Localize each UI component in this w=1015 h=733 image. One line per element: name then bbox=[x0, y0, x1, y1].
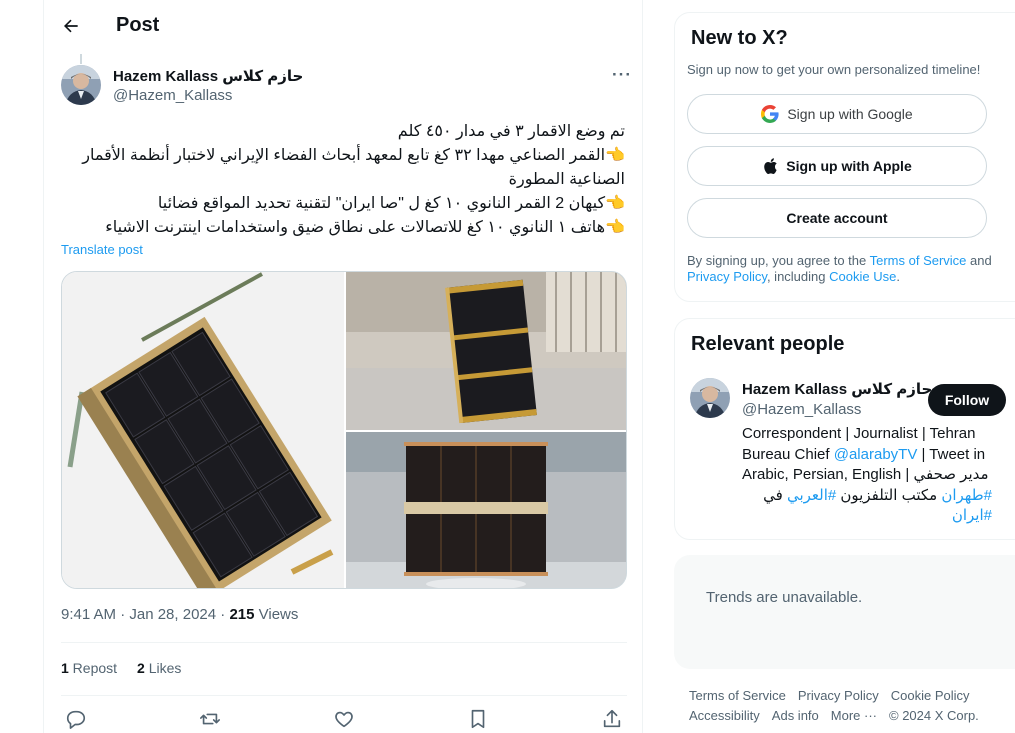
legal-text: . bbox=[896, 269, 900, 284]
primary-column: Post Hazem Kallass حازم كلاس @Hazem_Kall… bbox=[43, 0, 643, 733]
trends-card: Trends are unavailable. bbox=[674, 555, 1015, 669]
bio-hashtag-link[interactable]: #العربي bbox=[787, 487, 836, 504]
engagement-stats: 1 Repost 2 Likes bbox=[61, 660, 181, 676]
post-header: Post bbox=[44, 0, 644, 53]
like-icon[interactable] bbox=[333, 708, 355, 730]
relevant-person-bio: Correspondent | Journalist | Tehran Bure… bbox=[742, 424, 992, 527]
repost-stat[interactable]: 1 Repost bbox=[61, 660, 117, 676]
repost-count: 1 bbox=[61, 660, 69, 676]
translate-post-link[interactable]: Translate post bbox=[61, 242, 143, 257]
bio-rtl-line: #طهران مكتب التلفزيون #العربي في bbox=[742, 486, 992, 507]
signup-apple-button[interactable]: Sign up with Apple bbox=[687, 146, 987, 186]
relevant-person-name[interactable]: Hazem Kallass حازم كلاس bbox=[742, 380, 932, 398]
repost-icon[interactable] bbox=[199, 708, 221, 730]
bio-hashtag-link[interactable]: #ايران bbox=[952, 507, 992, 524]
footer-more-button[interactable]: More ··· bbox=[831, 706, 877, 726]
post-actions bbox=[61, 706, 627, 733]
views-count: 215 bbox=[229, 606, 255, 623]
trends-unavailable-text: Trends are unavailable. bbox=[706, 589, 863, 606]
share-icon[interactable] bbox=[601, 708, 623, 730]
bio-text: في bbox=[763, 486, 787, 504]
new-to-x-card: New to X? Sign up now to get your own pe… bbox=[674, 12, 1015, 302]
author-handle[interactable]: @Hazem_Kallass bbox=[113, 87, 232, 104]
views-label: Views bbox=[254, 606, 299, 623]
back-button[interactable] bbox=[58, 13, 84, 39]
likes-stat[interactable]: 2 Likes bbox=[137, 660, 181, 676]
repost-label: Repost bbox=[68, 660, 118, 676]
bio-mention-link[interactable]: @alarabyTV bbox=[834, 446, 918, 463]
relevant-person-handle[interactable]: @Hazem_Kallass bbox=[742, 401, 861, 418]
privacy-link[interactable]: Privacy Policy bbox=[687, 269, 767, 284]
post-timestamp-views: 9:41 AM · Jan 28, 2024 · 215 Views bbox=[61, 606, 298, 623]
signup-apple-label: Sign up with Apple bbox=[786, 158, 912, 174]
footer-copyright: © 2024 X Corp. bbox=[889, 708, 979, 723]
author-name[interactable]: Hazem Kallass حازم كلاس bbox=[113, 67, 303, 85]
post-text-line: 👈كيهان 2 القمر النانوي ١٠ كغ ل "صا ايران… bbox=[157, 195, 625, 212]
cookie-use-link[interactable]: Cookie Use bbox=[829, 269, 896, 284]
bio-text: مكتب التلفزيون bbox=[836, 486, 942, 504]
footer-cookie-link[interactable]: Cookie Policy bbox=[891, 686, 970, 706]
google-icon bbox=[761, 105, 779, 123]
likes-count: 2 bbox=[137, 660, 145, 676]
thread-connector bbox=[80, 54, 82, 64]
bookmark-icon[interactable] bbox=[467, 708, 489, 730]
signup-legal-text: By signing up, you agree to the Terms of… bbox=[687, 253, 1007, 285]
footer-accessibility-link[interactable]: Accessibility bbox=[689, 706, 760, 726]
create-account-button[interactable]: Create account bbox=[687, 198, 987, 238]
reply-icon[interactable] bbox=[65, 708, 87, 730]
more-options-button[interactable]: ··· bbox=[610, 65, 634, 84]
post-text: تم وضع الاقمار ٣ في مدار ٤٥٠ كلم 👈القمر … bbox=[65, 120, 625, 240]
footer-terms-link[interactable]: Terms of Service bbox=[689, 686, 786, 706]
divider bbox=[61, 695, 627, 696]
bio-hashtag-link[interactable]: #طهران bbox=[941, 487, 992, 504]
new-to-x-subtitle: Sign up now to get your own personalized… bbox=[687, 62, 981, 77]
satellite-photo-1[interactable] bbox=[62, 272, 344, 588]
author-avatar[interactable] bbox=[61, 65, 101, 105]
post-text-line: 👈القمر الصناعي مهدا ٣٢ كغ تابع لمعهد أبح… bbox=[82, 147, 625, 188]
terms-link[interactable]: Terms of Service bbox=[870, 253, 967, 268]
bio-rtl-line: #ايران bbox=[742, 506, 992, 527]
satellite-photo-2[interactable] bbox=[346, 272, 626, 430]
legal-text: By signing up, you agree to the bbox=[687, 253, 870, 268]
apple-icon bbox=[764, 158, 777, 174]
likes-label: Likes bbox=[144, 660, 182, 676]
post-media-grid bbox=[61, 271, 627, 589]
legal-text: , including bbox=[766, 269, 830, 284]
page-title: Post bbox=[116, 14, 160, 36]
relevant-people-title: Relevant people bbox=[691, 333, 845, 355]
signup-google-button[interactable]: Sign up with Google bbox=[687, 94, 987, 134]
divider bbox=[61, 642, 627, 643]
follow-button[interactable]: Follow bbox=[928, 384, 1006, 416]
new-to-x-title: New to X? bbox=[691, 27, 788, 49]
legal-text: and bbox=[966, 253, 992, 268]
sidebar-footer: Terms of Service Privacy Policy Cookie P… bbox=[689, 686, 1009, 726]
post-text-line: تم وضع الاقمار ٣ في مدار ٤٥٠ كلم bbox=[397, 123, 625, 140]
relevant-person-avatar[interactable] bbox=[690, 378, 730, 418]
footer-privacy-link[interactable]: Privacy Policy bbox=[798, 686, 879, 706]
post-timestamp[interactable]: 9:41 AM · Jan 28, 2024 · bbox=[61, 606, 229, 623]
create-account-label: Create account bbox=[786, 210, 888, 226]
post-text-line: 👈هاتف ١ النانوي ١٠ كغ للاتصالات على نطاق… bbox=[105, 219, 625, 236]
footer-ads-link[interactable]: Ads info bbox=[772, 706, 819, 726]
arrow-left-icon bbox=[64, 19, 78, 33]
signup-google-label: Sign up with Google bbox=[787, 106, 913, 122]
satellite-photo-3[interactable] bbox=[346, 432, 626, 588]
